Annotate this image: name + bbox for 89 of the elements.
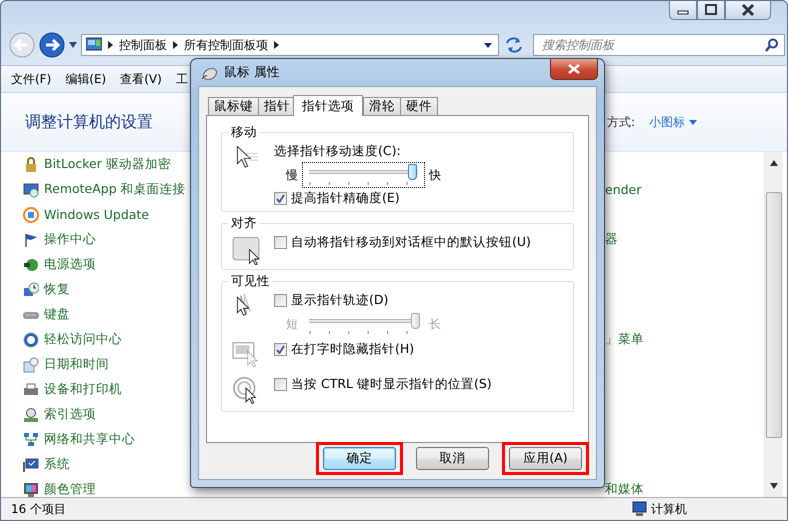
- page-heading: 调整计算机的设置: [25, 112, 153, 132]
- location-label: 计算机: [651, 500, 687, 518]
- breadcrumb[interactable]: 所有控制面板项: [184, 36, 268, 54]
- maximize-icon[interactable]: [697, 1, 725, 20]
- checkbox-label[interactable]: 在打字时隐藏指针(H): [291, 341, 414, 358]
- slider[interactable]: [302, 162, 425, 188]
- scrollbar-thumb[interactable]: [766, 192, 782, 438]
- checkbox[interactable]: [274, 294, 287, 307]
- dialog-button[interactable]: 取消: [416, 446, 489, 470]
- close-icon[interactable]: [725, 1, 771, 20]
- network-icon: [23, 432, 39, 448]
- printer-icon: [23, 382, 39, 398]
- item-count: 16 个项目: [11, 500, 66, 518]
- dialog-button[interactable]: 确定: [323, 446, 396, 470]
- checkbox-label[interactable]: 当按 CTRL 键时显示指针的位置(S): [291, 376, 492, 393]
- tab[interactable]: 滑轮: [363, 97, 401, 115]
- checkbox[interactable]: [274, 343, 287, 356]
- close-icon: [567, 64, 581, 74]
- control-panel-link[interactable]: 系统: [44, 456, 70, 473]
- slider-min-label: 慢: [286, 166, 298, 184]
- checkbox-label[interactable]: 提高指针精确度(E): [291, 190, 400, 207]
- control-panel-link[interactable]: 恢复: [44, 281, 70, 298]
- checkbox[interactable]: [274, 192, 287, 205]
- snap-button-icon: [230, 234, 262, 265]
- breadcrumb[interactable]: 控制面板: [119, 36, 167, 54]
- slider-max-label: 快: [429, 166, 441, 184]
- scrollbar[interactable]: [764, 152, 783, 497]
- slider-thumb[interactable]: [408, 164, 418, 180]
- menu-item[interactable]: 查看(V): [120, 70, 162, 88]
- scroll-up-icon[interactable]: [770, 160, 778, 166]
- control-panel-link[interactable]: 网络和共享中心: [44, 431, 135, 448]
- monitor-icon: [23, 182, 39, 198]
- monitor-icon: [23, 456, 39, 472]
- computer-icon: [631, 501, 647, 517]
- minimize-icon[interactable]: [669, 1, 697, 20]
- menu-item[interactable]: 工: [176, 70, 188, 88]
- menu-item[interactable]: 编辑(E): [65, 70, 106, 88]
- control-panel-link[interactable]: BitLocker 驱动器加密: [44, 156, 171, 173]
- control-panel-icon: [86, 37, 102, 53]
- control-panel-link[interactable]: 设备和打印机: [44, 381, 122, 398]
- option-label: 选择指针移动速度(C):: [274, 143, 402, 160]
- control-panel-link[interactable]: 轻松访问中心: [44, 331, 122, 348]
- slider-max-label: 长: [429, 316, 441, 332]
- close-button[interactable]: [550, 59, 598, 80]
- control-panel-link[interactable]: 日期和时间: [44, 356, 109, 373]
- chevron-icon: [274, 41, 279, 49]
- scroll-down-icon[interactable]: [770, 483, 778, 489]
- control-panel-link[interactable]: 操作中心: [44, 231, 96, 248]
- dialog-title: 鼠标 属性: [224, 64, 281, 81]
- control-panel-link[interactable]: RemoteApp 和桌面连接: [44, 181, 186, 198]
- control-panel-link[interactable]: 器: [605, 231, 618, 248]
- chevron-icon: [108, 41, 113, 49]
- view-by-label: 方式:: [606, 114, 635, 130]
- control-panel-link[interactable]: 电源选项: [44, 256, 96, 273]
- lock-icon: [23, 156, 39, 172]
- address-bar[interactable]: 控制面板 所有控制面板项: [81, 34, 499, 56]
- checkbox[interactable]: [274, 236, 287, 249]
- dialog-button[interactable]: 应用(A): [509, 446, 582, 470]
- group-title: 移动: [230, 124, 258, 141]
- group-title: 对齐: [230, 215, 258, 232]
- checkbox[interactable]: [274, 378, 287, 391]
- menu-item[interactable]: 文件(F): [11, 70, 52, 88]
- search-field[interactable]: 搜索控制面板: [533, 34, 785, 56]
- slider-min-label: 短: [286, 316, 298, 332]
- clock-icon: [23, 282, 39, 298]
- control-panel-link[interactable]: Windows Update: [44, 207, 150, 222]
- tab[interactable]: 指针选项: [293, 95, 363, 116]
- tab[interactable]: 指针: [258, 97, 296, 115]
- control-panel-link[interactable]: 索引选项: [44, 406, 96, 423]
- tab[interactable]: 硬件: [400, 97, 438, 115]
- control-panel-link[interactable]: 」菜单: [605, 331, 644, 348]
- dropdown-arrow-icon[interactable]: [484, 42, 492, 48]
- check-icon: [276, 345, 285, 354]
- control-panel-link[interactable]: ender: [605, 182, 642, 197]
- check-icon: [276, 194, 285, 203]
- monitor-icon: [23, 482, 39, 498]
- control-panel-link[interactable]: 和媒体: [605, 481, 644, 498]
- checkbox-label[interactable]: 显示指针轨迹(D): [291, 292, 388, 309]
- control-panel-link[interactable]: 键盘: [44, 306, 70, 323]
- flag-icon: [23, 232, 39, 248]
- group-title: 可见性: [230, 273, 271, 290]
- control-panel-link[interactable]: 颜色管理: [44, 481, 96, 498]
- checkbox-label[interactable]: 自动将指针移动到对话框中的默认按钮(U): [291, 234, 531, 251]
- dropdown-arrow-icon: [689, 120, 697, 124]
- forward-icon[interactable]: [39, 32, 65, 58]
- view-by-dropdown[interactable]: 小图标: [649, 114, 697, 130]
- tab[interactable]: 鼠标键: [208, 97, 259, 115]
- dropdown-arrow-icon[interactable]: [69, 42, 77, 48]
- chevron-icon: [173, 41, 178, 49]
